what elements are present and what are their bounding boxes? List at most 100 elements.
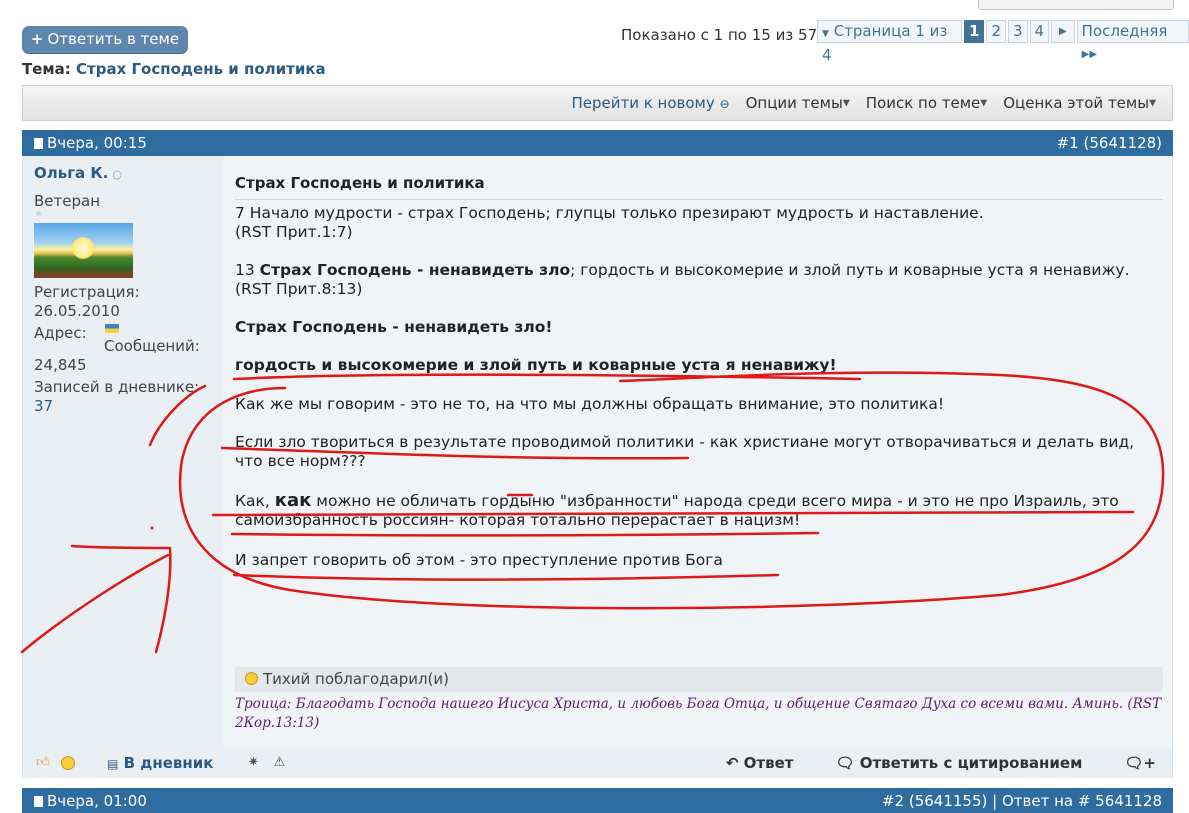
post-date: Вчера, 00:15 bbox=[47, 134, 147, 152]
search-thread-label: Поиск по теме bbox=[865, 94, 981, 112]
pagination: ▼ Страница 1 из 4 1 2 3 4 ▶ Последняя ▶▶ bbox=[817, 20, 1189, 64]
document-icon bbox=[34, 796, 43, 807]
caret-down-icon: ▼ bbox=[1149, 98, 1156, 109]
reply-button[interactable]: ↶ Ответ bbox=[726, 754, 794, 772]
rate-thread-label: Оценка этой темы bbox=[1003, 94, 1150, 112]
post-paragraph: 7 Начало мудрости - страх Господень; глу… bbox=[235, 204, 984, 242]
post-content: Страх Господень и политика 7 Начало мудр… bbox=[235, 174, 1163, 569]
reply-in-thread-label: Ответить в теме bbox=[47, 30, 180, 48]
post-paragraph: Как, как можно не обличать гордыню "избр… bbox=[235, 491, 1119, 530]
post-line: что все норм??? bbox=[235, 452, 366, 470]
post-header: Вчера, 00:15 #1 (5641128) bbox=[22, 130, 1173, 156]
messages-count: 24,845 bbox=[34, 356, 87, 374]
thread-options-label: Опции темы bbox=[745, 94, 843, 112]
add-to-diary-link[interactable]: ▤ В дневник bbox=[107, 754, 213, 772]
pager-info: Показано с 1 по 15 из 57 bbox=[621, 26, 818, 44]
notebook-icon: ▤ bbox=[107, 757, 119, 771]
registration-label: Регистрация: bbox=[34, 283, 140, 301]
add-to-diary-label: В дневник bbox=[123, 754, 214, 772]
post-paragraph: гордость и высокомерие и злой путь и ков… bbox=[235, 356, 837, 375]
post-paragraph: Как же мы говорим - это не то, на что мы… bbox=[235, 395, 944, 414]
post-paragraph: Страх Господень - ненавидеть зло! bbox=[235, 318, 553, 337]
thumbs-up-icon[interactable]: 👍︎ bbox=[35, 755, 51, 771]
post-line: 7 Начало мудрости - страх Господень; глу… bbox=[235, 204, 984, 222]
verse-number: 13 bbox=[235, 261, 255, 279]
messages-label: Сообщений: bbox=[104, 337, 200, 355]
post-title: Страх Господень и политика bbox=[235, 174, 1163, 200]
post-line: И запрет говорить об этом - это преступл… bbox=[235, 551, 723, 569]
page-label: Страница 1 из 4 bbox=[822, 22, 948, 64]
thanks-text: Тихий поблагодарил(и) bbox=[263, 670, 449, 688]
quote-bubble-icon: 🗨︎ bbox=[835, 754, 855, 772]
double-chevron-icon: ▶▶ bbox=[1081, 49, 1098, 60]
warning-icon[interactable]: ⚠ bbox=[271, 755, 287, 771]
post-line: (RST Прит.1:7) bbox=[235, 223, 353, 241]
thread-options-menu[interactable]: Опции темы▼ bbox=[746, 94, 850, 112]
top-corner-tab bbox=[978, 0, 1174, 10]
username-link[interactable]: Ольга К. ○ bbox=[34, 164, 122, 182]
thread-prefix: Тема: bbox=[22, 60, 71, 78]
post-date: Вчера, 01:00 bbox=[47, 792, 147, 810]
post-paragraph: Если зло твориться в результате проводим… bbox=[235, 433, 1134, 471]
caret-down-icon: ▼ bbox=[980, 98, 988, 109]
post-line: самоизбранность россиян- которая тотальн… bbox=[235, 511, 801, 529]
page-1[interactable]: 1 bbox=[964, 20, 985, 43]
last-page-link[interactable]: Последняя ▶▶ bbox=[1076, 20, 1189, 60]
diary-entries-label: Записей в дневнике: bbox=[34, 378, 200, 396]
post-bold-text: Страх Господень - ненавидеть зло! bbox=[235, 318, 553, 336]
reply-with-quote-button[interactable]: 🗨︎ Ответить с цитированием bbox=[835, 754, 1082, 772]
page-2[interactable]: 2 bbox=[986, 20, 1006, 43]
reputation-icon bbox=[36, 211, 41, 216]
post-big-text: как bbox=[274, 490, 312, 511]
post-body: Ольга К. ○ Ветеран Регистрация: 26.05.201… bbox=[22, 156, 1173, 748]
smiley-icon bbox=[245, 672, 258, 685]
arrow-circle-icon: ⊖ bbox=[719, 97, 730, 111]
document-icon bbox=[34, 138, 43, 149]
post-bold-text: Страх Господень - ненавидеть зло bbox=[259, 261, 571, 279]
goto-new-label: Перейти к новому bbox=[571, 94, 715, 112]
post-number-link[interactable]: #1 (5641128) bbox=[1057, 130, 1162, 156]
registration-date: 26.05.2010 bbox=[34, 302, 120, 320]
avatar[interactable] bbox=[34, 223, 133, 278]
post-paragraph: 13 Страх Господень - ненавидеть зло; гор… bbox=[235, 261, 1130, 299]
address-label: Адрес: bbox=[34, 324, 87, 342]
caret-down-icon: ▼ bbox=[822, 29, 829, 39]
thread-toolbar: Перейти к новому ⊖ Опции темы▼ Поиск по … bbox=[22, 85, 1173, 121]
post-header: Вчера, 01:00 #2 (5641155) | Ответ на # 5… bbox=[22, 788, 1173, 813]
plus-icon: + bbox=[30, 30, 44, 48]
post-line: (RST Прит.8:13) bbox=[235, 280, 363, 298]
page-menu[interactable]: ▼ Страница 1 из 4 bbox=[817, 20, 963, 64]
thread-title: Тема: Страх Господень и политика bbox=[22, 60, 326, 78]
post-footer: 👍︎ ▤ В дневник ✷ ⚠ ↶ Ответ 🗨︎ Ответить с… bbox=[22, 748, 1173, 778]
search-thread-menu[interactable]: Поиск по теме▼ bbox=[866, 94, 987, 112]
thanks-bar: Тихий поблагодарил(и) bbox=[235, 667, 1163, 692]
star-icon[interactable]: ✷ bbox=[245, 755, 261, 771]
last-page-label: Последняя bbox=[1081, 22, 1168, 40]
reply-in-thread-button[interactable]: + Ответить в теме bbox=[22, 26, 188, 53]
diary-entries-count[interactable]: 37 bbox=[34, 397, 53, 416]
page-3[interactable]: 3 bbox=[1008, 20, 1028, 43]
post-bold-text: гордость и высокомерие и злой путь и ков… bbox=[235, 356, 837, 374]
user-info-panel: Ольга К. ○ Ветеран Регистрация: 26.05.201… bbox=[23, 156, 223, 748]
post-paragraph: И запрет говорить об этом - это преступл… bbox=[235, 551, 723, 570]
post-number-link[interactable]: #2 (5641155) | Ответ на # 5641128 bbox=[882, 788, 1162, 813]
goto-new-link[interactable]: Перейти к новому ⊖ bbox=[571, 94, 729, 112]
next-page-icon[interactable]: ▶ bbox=[1051, 20, 1075, 43]
caret-down-icon: ▼ bbox=[842, 98, 850, 109]
post-line: Как же мы говорим - это не то, на что мы… bbox=[235, 395, 945, 413]
post-line: Как, bbox=[235, 492, 270, 510]
post-line: Если зло твориться в результате проводим… bbox=[235, 433, 1135, 451]
signature: Троица: Благодать Господа нашего Иисуса … bbox=[235, 696, 1162, 731]
smiley-icon[interactable] bbox=[61, 756, 75, 770]
page-4[interactable]: 4 bbox=[1029, 20, 1050, 43]
user-title: Ветеран bbox=[34, 192, 101, 210]
username-text: Ольга К. bbox=[34, 164, 109, 182]
reply-arrow-icon: ↶ bbox=[725, 754, 739, 772]
thread-title-link[interactable]: Страх Господень и политика bbox=[76, 60, 326, 78]
multi-quote-icon[interactable]: 🗨︎+ bbox=[1124, 754, 1156, 772]
flag-icon bbox=[105, 324, 119, 333]
reply-with-quote-label: Ответить с цитированием bbox=[859, 754, 1083, 772]
offline-status-icon: ○ bbox=[112, 168, 122, 181]
rate-thread-menu[interactable]: Оценка этой темы▼ bbox=[1003, 94, 1156, 112]
post-line: можно не обличать гордыню "избранности" … bbox=[316, 492, 1119, 510]
